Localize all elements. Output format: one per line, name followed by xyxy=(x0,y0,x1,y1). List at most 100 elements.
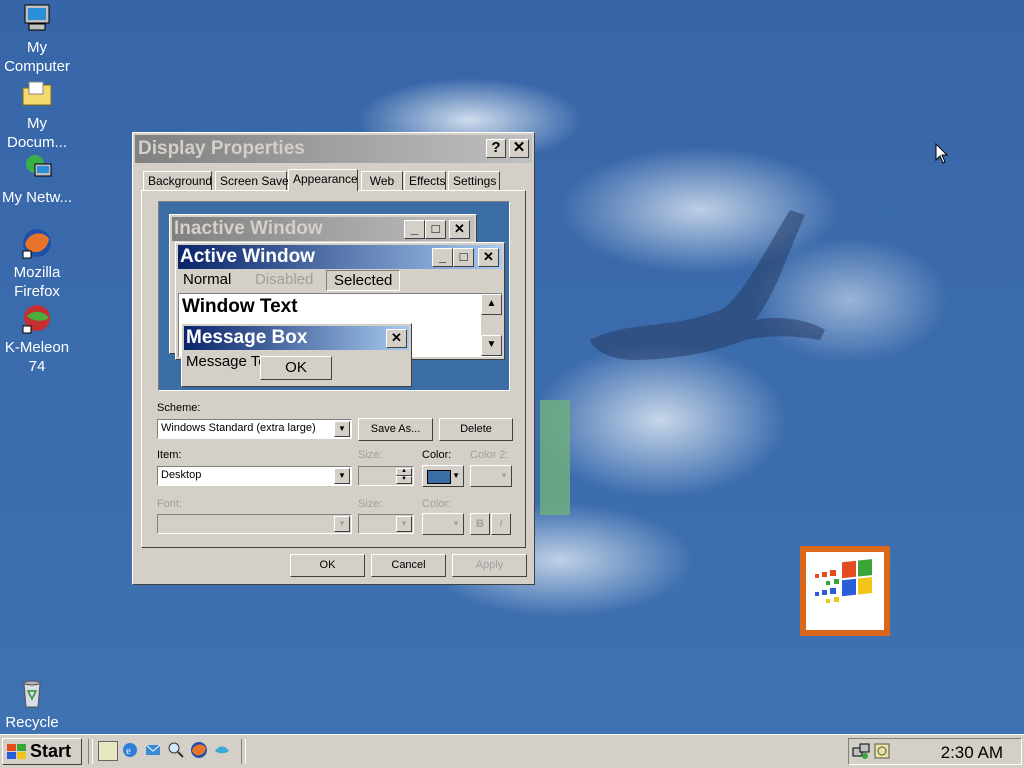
preview-inactive-title: Inactive Window xyxy=(174,218,323,239)
font-color-label: Color: xyxy=(422,498,452,510)
maximize-icon: □ xyxy=(425,220,446,239)
preview-inactive-titlebar: Inactive Window _ □ ✕ xyxy=(172,217,474,241)
scroll-down-icon: ▼ xyxy=(481,335,502,356)
folder-icon xyxy=(21,78,53,110)
tab-screen-saver[interactable]: Screen Saver xyxy=(215,171,293,190)
desktop-icon-mozilla-firefox[interactable]: Mozilla Firefox xyxy=(0,227,74,301)
svg-text:e: e xyxy=(126,745,131,757)
desktop-icon-recycle-bin[interactable]: Recycle xyxy=(0,677,69,732)
scheme-select[interactable]: Windows Standard (extra large) ▼ xyxy=(157,419,352,439)
network-status-icon[interactable] xyxy=(852,742,870,760)
scheme-label: Scheme: xyxy=(157,402,201,414)
tab-background[interactable]: Background xyxy=(143,171,212,190)
windows-flag-icon xyxy=(7,744,26,759)
desktop-icon-label: Mozilla Firefox xyxy=(13,264,61,300)
chevron-down-icon[interactable]: ▼ xyxy=(334,516,350,532)
preview-message-box-title: Message Box xyxy=(186,327,308,348)
chevron-down-icon: ▼ xyxy=(452,471,460,480)
desktop-icon-my-documents[interactable]: My Docum... xyxy=(0,78,74,152)
taskbar-divider xyxy=(88,739,93,764)
firefox-quicklaunch-icon[interactable] xyxy=(190,741,208,759)
apply-button[interactable]: Apply xyxy=(452,554,527,577)
scheme-value: Windows Standard (extra large) xyxy=(161,422,316,434)
chevron-down-icon: ▼ xyxy=(500,471,508,480)
cancel-button[interactable]: Cancel xyxy=(371,554,446,577)
preview-menu-bar: Normal Disabled Selected xyxy=(178,270,502,292)
font-color-picker-button[interactable]: ▼ xyxy=(422,513,464,535)
desktop-icon-my-computer[interactable]: My Computer xyxy=(0,2,74,76)
bold-button[interactable]: B xyxy=(470,513,490,535)
start-label: Start xyxy=(30,741,72,761)
preview-menu-disabled: Disabled xyxy=(255,271,314,288)
spin-down-icon[interactable]: ▼ xyxy=(396,476,412,484)
item-select[interactable]: Desktop ▼ xyxy=(157,466,352,486)
show-desktop-icon[interactable] xyxy=(98,741,118,761)
desktop-icon-label: My Computer xyxy=(4,39,70,75)
desktop-icon-label: Recycle xyxy=(5,714,59,731)
close-icon: ✕ xyxy=(449,220,470,239)
delete-button[interactable]: Delete xyxy=(439,418,513,441)
preview-window-text: Window Text xyxy=(182,296,298,317)
preview-message-box-titlebar: Message Box ✕ xyxy=(184,326,409,350)
internet-explorer-icon[interactable]: e xyxy=(121,741,139,759)
preview-scrollbar: ▲ ▼ xyxy=(481,294,502,356)
network-icon xyxy=(21,152,53,184)
computer-icon xyxy=(21,2,53,34)
taskbar-divider xyxy=(241,739,246,764)
desktop-icon-k-meleon[interactable]: K-Meleon 74 xyxy=(0,302,74,376)
color-picker-button[interactable]: ▼ xyxy=(422,465,464,487)
desktop-icon-label: K-Meleon 74 xyxy=(4,339,70,375)
color2-picker-button[interactable]: ▼ xyxy=(470,465,512,487)
dialog-titlebar[interactable]: Display Properties ? ✕ xyxy=(135,135,532,163)
appearance-preview[interactable]: Inactive Window _ □ ✕ Active Window _ □ … xyxy=(158,201,510,391)
k-meleon-icon xyxy=(21,302,53,334)
preview-active-titlebar: Active Window _ □ ✕ xyxy=(178,245,502,269)
chevron-down-icon[interactable]: ▼ xyxy=(396,516,412,532)
help-button[interactable]: ? xyxy=(486,139,506,158)
firefox-icon xyxy=(21,227,53,259)
desktop-icon-my-network[interactable]: My Netw... xyxy=(0,152,74,207)
wallpaper-figure-shadow xyxy=(590,210,825,360)
save-as-button[interactable]: Save As... xyxy=(358,418,433,441)
tab-effects[interactable]: Effects xyxy=(404,171,446,190)
chevron-down-icon: ▼ xyxy=(452,519,460,528)
clock[interactable]: 2:30 AM xyxy=(941,743,1003,763)
appearance-tab-panel: Inactive Window _ □ ✕ Active Window _ □ … xyxy=(141,190,526,548)
minimize-icon: _ xyxy=(404,220,425,239)
chevron-down-icon[interactable]: ▼ xyxy=(334,421,350,437)
windows-logo-image xyxy=(800,546,890,636)
tab-settings[interactable]: Settings xyxy=(448,171,500,190)
display-properties-dialog: Display Properties ? ✕ Background Screen… xyxy=(132,132,535,585)
font-size-select[interactable]: ▼ xyxy=(358,514,414,534)
system-tray: 2:30 AM xyxy=(848,738,1022,765)
windows-flag-icon xyxy=(815,559,872,603)
start-button[interactable]: Start xyxy=(2,738,82,765)
item-value: Desktop xyxy=(161,469,202,481)
recycle-bin-icon xyxy=(16,677,48,709)
close-button[interactable]: ✕ xyxy=(509,139,529,158)
taskbar: Start e 2:30 AM xyxy=(0,734,1024,768)
preview-menu-normal: Normal xyxy=(183,271,232,288)
mouse-cursor-icon xyxy=(935,143,949,164)
chevron-down-icon[interactable]: ▼ xyxy=(334,468,350,484)
desktop-icon-label: My Docum... xyxy=(6,115,67,151)
tab-web[interactable]: Web xyxy=(361,171,403,190)
scheduled-task-icon[interactable] xyxy=(873,742,891,760)
search-icon[interactable] xyxy=(167,741,185,759)
tab-appearance[interactable]: Appearance xyxy=(288,169,358,191)
item-size-spinner[interactable]: ▲ ▼ xyxy=(358,466,414,486)
minimize-icon: _ xyxy=(432,248,453,267)
italic-button[interactable]: I xyxy=(491,513,511,535)
maximize-icon: □ xyxy=(453,248,474,267)
wallpaper-green-strip xyxy=(540,400,570,515)
font-select[interactable]: ▼ xyxy=(157,514,352,534)
item-size-label: Size: xyxy=(358,449,383,461)
color-label: Color: xyxy=(422,449,452,461)
font-size-label: Size: xyxy=(358,498,383,510)
ok-button[interactable]: OK xyxy=(290,554,365,577)
k-meleon-quicklaunch-icon[interactable] xyxy=(213,741,231,759)
desktop-icon-label: My Netw... xyxy=(1,189,72,206)
scroll-up-icon: ▲ xyxy=(481,294,502,315)
spin-up-icon[interactable]: ▲ xyxy=(396,468,412,476)
outlook-express-icon[interactable] xyxy=(144,741,162,759)
